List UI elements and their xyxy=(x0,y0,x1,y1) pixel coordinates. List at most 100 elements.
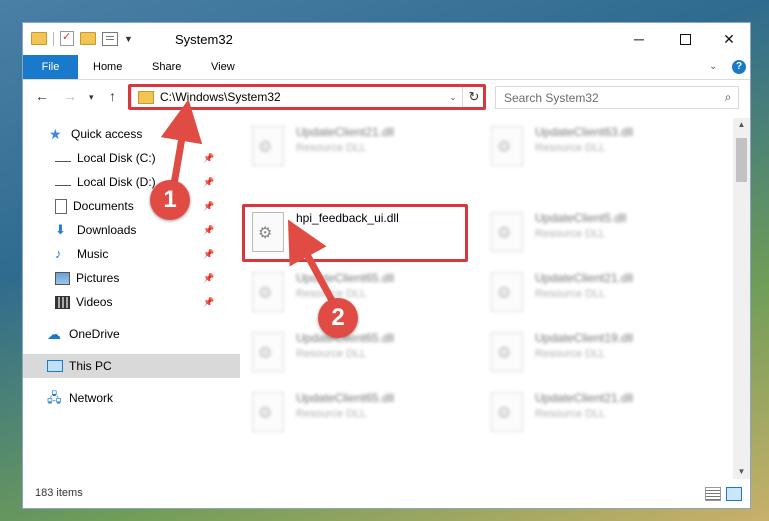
file-type: Resource DLL xyxy=(296,142,367,154)
list-item[interactable]: UpdateClient19.dll Resource DLL xyxy=(483,328,683,376)
help-icon[interactable]: ? xyxy=(732,60,746,74)
dll-file-icon xyxy=(491,332,523,372)
step-2-badge: 2 xyxy=(318,298,358,338)
file-name: UpdateClient21.dll xyxy=(535,391,634,405)
file-name: UpdateClient65.dll xyxy=(296,271,395,285)
sidebar-item-label: This PC xyxy=(69,359,112,373)
details-view-icon[interactable] xyxy=(705,487,721,501)
pin-icon[interactable]: 📌 xyxy=(203,201,214,212)
navigation-pane: ★ Quick access Local Disk (C:) 📌 Local D… xyxy=(23,118,240,478)
sidebar-item-label: Pictures xyxy=(76,271,120,285)
search-input[interactable]: Search System32 ⌕ xyxy=(495,86,739,109)
scroll-thumb[interactable] xyxy=(736,138,747,182)
sidebar-item-label: Local Disk (C:) xyxy=(77,151,156,165)
scroll-down-icon[interactable]: ▼ xyxy=(733,465,750,479)
view-options-icon[interactable] xyxy=(102,31,118,46)
sidebar-item-onedrive[interactable]: ☁ OneDrive xyxy=(23,322,240,346)
dll-file-icon xyxy=(252,126,284,166)
expand-ribbon-chevron-icon[interactable]: ⌄ xyxy=(709,61,717,72)
sidebar-item-videos[interactable]: Videos 📌 xyxy=(23,290,248,314)
folder-icon xyxy=(31,32,47,45)
list-item[interactable]: UpdateClient65.dll Resource DLL xyxy=(244,388,444,436)
ribbon-tabs: File Home Share View ⌄ ? xyxy=(23,55,750,80)
computer-icon xyxy=(47,360,63,372)
sidebar-item-this-pc[interactable]: This PC xyxy=(23,354,240,378)
tab-home[interactable]: Home xyxy=(79,55,136,79)
item-count: 183 items xyxy=(35,487,83,499)
list-item[interactable]: UpdateClient21.dll Resource DLL xyxy=(483,268,683,316)
drive-icon xyxy=(55,154,71,162)
downloads-icon: ⬇ xyxy=(55,222,66,237)
address-bar[interactable]: C:\Windows\System32 ⌄ xyxy=(131,85,484,109)
properties-check-icon[interactable] xyxy=(60,30,74,46)
dll-file-icon xyxy=(491,392,523,432)
dll-file-icon xyxy=(252,332,284,372)
sidebar-item-label: OneDrive xyxy=(69,327,120,341)
drive-icon xyxy=(55,178,71,186)
pin-icon[interactable]: 📌 xyxy=(203,273,214,284)
file-type: Resource DLL xyxy=(296,408,367,420)
new-folder-icon[interactable] xyxy=(80,32,96,45)
sidebar-item-label: Downloads xyxy=(77,223,137,237)
tab-view[interactable]: View xyxy=(197,55,249,79)
tab-file[interactable]: File xyxy=(23,55,78,79)
minimize-button[interactable]: ─ xyxy=(616,23,662,55)
scroll-up-icon[interactable]: ▲ xyxy=(733,118,750,132)
window-title: System32 xyxy=(175,32,233,47)
sidebar-item-downloads[interactable]: ⬇ Downloads 📌 xyxy=(23,218,248,242)
forward-arrow-icon[interactable]: → xyxy=(63,88,77,104)
videos-icon xyxy=(55,295,70,309)
search-placeholder: Search System32 xyxy=(504,90,599,105)
refresh-icon[interactable]: ↻ xyxy=(462,85,485,109)
back-arrow-icon[interactable]: ← xyxy=(35,88,49,104)
file-list: UpdateClient21.dll Resource DLL hpi_feed… xyxy=(230,118,730,478)
customize-toolbar-chevron-icon[interactable]: ▼ xyxy=(124,34,133,44)
address-dropdown-chevron-icon[interactable]: ⌄ xyxy=(445,92,461,103)
list-item[interactable]: UpdateClient21.dll Resource DLL xyxy=(483,388,683,436)
dll-file-icon xyxy=(252,272,284,312)
pin-icon[interactable]: 📌 xyxy=(203,153,214,164)
music-icon: ♪ xyxy=(55,246,62,261)
sidebar-item-local-disk-c[interactable]: Local Disk (C:) 📌 xyxy=(23,146,248,170)
navigation-bar: ← → ▾ ↑ C:\Windows\System32 ⌄ ↻ Search S… xyxy=(23,80,750,114)
large-icons-view-icon[interactable] xyxy=(726,487,742,501)
list-item-selected-file[interactable]: hpi_feedback_ui.dll xyxy=(244,208,444,256)
sidebar-item-pictures[interactable]: Pictures 📌 xyxy=(23,266,248,290)
dll-file-icon xyxy=(491,212,523,252)
maximize-button[interactable] xyxy=(662,23,708,55)
tab-share[interactable]: Share xyxy=(138,55,195,79)
step-1-badge: 1 xyxy=(150,180,190,220)
list-item[interactable]: UpdateClient5.dll Resource DLL xyxy=(483,208,683,256)
sidebar-item-label: Documents xyxy=(73,199,134,213)
up-arrow-icon[interactable]: ↑ xyxy=(109,88,116,104)
pin-icon[interactable]: 📌 xyxy=(203,225,214,236)
folder-icon xyxy=(138,90,154,104)
documents-icon xyxy=(55,198,67,214)
pin-icon[interactable]: 📌 xyxy=(203,177,214,188)
list-item[interactable]: UpdateClient21.dll Resource DLL xyxy=(244,122,444,170)
quick-access-toolbar: ▼ xyxy=(31,30,133,46)
dll-file-icon xyxy=(252,212,284,252)
close-button[interactable]: ✕ xyxy=(706,23,752,55)
sidebar-item-quick-access[interactable]: ★ Quick access xyxy=(23,122,242,146)
sidebar-item-local-disk-d[interactable]: Local Disk (D:) 📌 xyxy=(23,170,248,194)
file-type: Resource DLL xyxy=(535,348,606,360)
file-type: Resource DLL xyxy=(535,228,606,240)
sidebar-item-music[interactable]: ♪ Music 📌 xyxy=(23,242,248,266)
pictures-icon xyxy=(55,271,70,285)
sidebar-item-documents[interactable]: Documents 📌 xyxy=(23,194,248,218)
file-type: Resource DLL xyxy=(535,288,606,300)
file-name: UpdateClient21.dll xyxy=(296,125,395,139)
title-bar: ▼ System32 ─ ✕ xyxy=(23,23,750,55)
file-type: Resource DLL xyxy=(535,142,606,154)
pin-icon[interactable]: 📌 xyxy=(203,249,214,260)
file-type: Resource DLL xyxy=(535,408,606,420)
sidebar-item-network[interactable]: 🖧 Network xyxy=(23,386,240,410)
pin-icon[interactable]: 📌 xyxy=(203,297,214,308)
vertical-scrollbar[interactable]: ▲ ▼ xyxy=(733,118,750,479)
list-item[interactable]: UpdateClient63.dll Resource DLL xyxy=(483,122,683,170)
recent-locations-chevron-icon[interactable]: ▾ xyxy=(89,92,94,103)
file-name: UpdateClient21.dll xyxy=(535,271,634,285)
address-path[interactable]: C:\Windows\System32 xyxy=(160,90,445,104)
file-name: hpi_feedback_ui.dll xyxy=(296,211,399,225)
